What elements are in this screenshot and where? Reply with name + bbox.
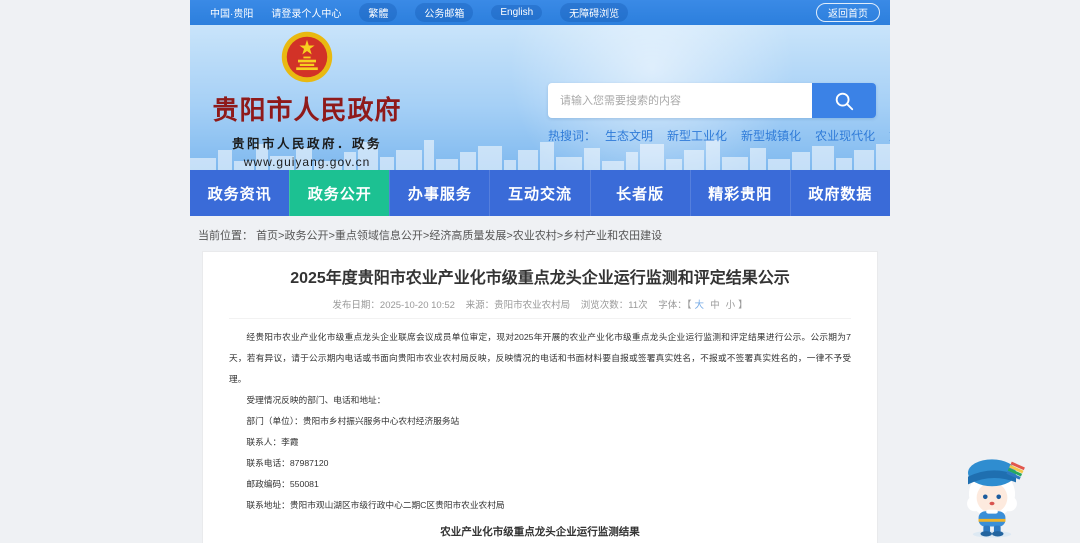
nav-item-news[interactable]: 政务资讯 bbox=[190, 170, 289, 216]
site-banner: 贵阳市人民政府 贵阳市人民政府．政务 www.guiyang.gov.cn 热搜… bbox=[190, 25, 890, 170]
article-meta: 发布日期：2025-10-20 10:52 来源：贵阳市农业农村局 浏览次数：1… bbox=[229, 297, 851, 319]
site-column: 中国·贵阳 请登录个人中心 繁體公务邮箱 English 无障碍浏览 返回首页 bbox=[190, 0, 890, 543]
topbar-link-official-mailbox[interactable]: 公务邮箱 bbox=[415, 3, 474, 22]
breadcrumb: 当前位置： 首页>政务公开>重点领域信息公开>经济高质量发展>农业农村>乡村产业… bbox=[190, 216, 890, 251]
bracket-close: 】 bbox=[738, 300, 748, 311]
return-home-button[interactable]: 返回首页 bbox=[816, 3, 880, 22]
contact-line: 邮政编码：550081 bbox=[246, 479, 319, 489]
nav-item-elder-version[interactable]: 长者版 bbox=[589, 170, 690, 216]
page: 中国·贵阳 请登录个人中心 繁體公务邮箱 English 无障碍浏览 返回首页 bbox=[0, 0, 1080, 543]
views-label: 浏览次数： bbox=[580, 300, 629, 311]
search-box bbox=[548, 83, 876, 118]
publish-date-label: 发布日期： bbox=[332, 300, 380, 311]
nav-item-interaction[interactable]: 互动交流 bbox=[489, 170, 589, 216]
breadcrumb-path[interactable]: 首页>政务公开>重点领域信息公开>经济高质量发展>农业农村>乡村产业和农田建设 bbox=[256, 230, 662, 242]
hot-search-row: 热搜词： 生态文明新型工业化新型城镇化农业现代化旅游产业化贵阳简介 bbox=[548, 127, 890, 144]
contact-line: 联系人：李霞 bbox=[246, 437, 299, 447]
topbar-link-login-personal-center[interactable]: 请登录个人中心 bbox=[271, 5, 341, 20]
contact-line: 联系地址：贵阳市观山湖区市级行政中心二期C区贵阳市农业农村局 bbox=[246, 500, 505, 510]
source-value: 贵阳市农业农村局 bbox=[494, 300, 571, 311]
contact-line: 受理情况反映的部门、电话和地址： bbox=[246, 395, 386, 405]
article-title: 2025年度贵阳市农业产业化市级重点龙头企业运行监测和评定结果公示 bbox=[290, 270, 790, 287]
article-card: 2025年度贵阳市农业产业化市级重点龙头企业运行监测和评定结果公示 发布日期：2… bbox=[202, 251, 878, 543]
site-url: www.guiyang.gov.cn bbox=[243, 155, 371, 169]
hot-word-link[interactable]: 农业现代化 bbox=[815, 129, 875, 143]
font-size-option[interactable]: 小 bbox=[726, 300, 736, 311]
publish-date-value: 2025-10-20 10:52 bbox=[379, 300, 455, 311]
contact-line: 联系电话：87987120 bbox=[246, 458, 329, 468]
contact-block: 受理情况反映的部门、电话和地址： 部门（单位）：贵阳市乡村振兴服务中心农村经济服务… bbox=[229, 390, 851, 516]
topbar-link-accessibility[interactable]: 无障碍浏览 bbox=[560, 3, 629, 22]
main-nav: 政务资讯 政务公开 办事服务 互动交流 长者版 精彩贵阳 政府数据 bbox=[190, 170, 890, 216]
search-icon bbox=[835, 92, 854, 110]
font-size-option[interactable]: 中 bbox=[710, 300, 720, 311]
search-input[interactable] bbox=[548, 83, 812, 118]
site-name: 贵阳市人民政府 bbox=[212, 95, 402, 125]
hot-word-link[interactable]: 新型工业化 bbox=[667, 129, 727, 143]
hot-search-label: 热搜词： bbox=[548, 129, 597, 143]
national-emblem-icon bbox=[281, 31, 333, 83]
hot-word-link[interactable]: 旅游产业化 bbox=[889, 129, 890, 143]
mascot-icon bbox=[967, 459, 1025, 538]
mascot-widget[interactable] bbox=[944, 444, 1040, 540]
search-area: 热搜词： 生态文明新型工业化新型城镇化农业现代化旅游产业化贵阳简介 bbox=[548, 83, 890, 144]
topbar-link-china-guiyang[interactable]: 中国·贵阳 bbox=[210, 5, 253, 20]
search-button[interactable] bbox=[812, 83, 876, 118]
hot-word-link[interactable]: 新型城镇化 bbox=[741, 129, 801, 143]
nav-item-services[interactable]: 办事服务 bbox=[389, 170, 489, 216]
topbar-link-english[interactable]: English bbox=[491, 5, 543, 20]
contact-line: 部门（单位）：贵阳市乡村振兴服务中心农村经济服务站 bbox=[246, 416, 460, 426]
table-caption: 农业产业化市级重点龙头企业运行监测结果 bbox=[440, 526, 640, 538]
font-size-label: 字体： bbox=[658, 300, 687, 311]
hot-words: 生态文明新型工业化新型城镇化农业现代化旅游产业化贵阳简介 bbox=[605, 127, 890, 144]
nav-item-gov-data[interactable]: 政府数据 bbox=[789, 170, 890, 216]
font-size-controls: 大中小 bbox=[692, 300, 739, 311]
topbar: 中国·贵阳 请登录个人中心 繁體 公务邮箱 English 无障碍浏览 返回首页 bbox=[190, 0, 890, 25]
bracket-open: 【 bbox=[686, 300, 692, 311]
views-value: 11次 bbox=[628, 300, 648, 311]
article-paragraph: 经贵阳市农业产业化市级重点龙头企业联席会议成员单位审定，现对2025年开展的农业… bbox=[229, 332, 851, 384]
breadcrumb-label: 当前位置： bbox=[198, 230, 253, 242]
font-size-option[interactable]: 大 bbox=[695, 300, 705, 311]
topbar-link-traditional-chinese[interactable]: 繁體 bbox=[359, 3, 398, 22]
topbar-links: 中国·贵阳 请登录个人中心 繁體 公务邮箱 English 无障碍浏览 bbox=[210, 3, 629, 22]
site-subtitle: 贵阳市人民政府．政务 bbox=[231, 137, 382, 151]
site-logo[interactable]: 贵阳市人民政府 贵阳市人民政府．政务 www.guiyang.gov.cn bbox=[204, 30, 410, 169]
nav-item-disclosure[interactable]: 政务公开 bbox=[289, 170, 390, 216]
source-label: 来源： bbox=[465, 300, 495, 311]
nav-item-highlights[interactable]: 精彩贵阳 bbox=[689, 170, 790, 216]
hot-word-link[interactable]: 生态文明 bbox=[605, 129, 653, 143]
